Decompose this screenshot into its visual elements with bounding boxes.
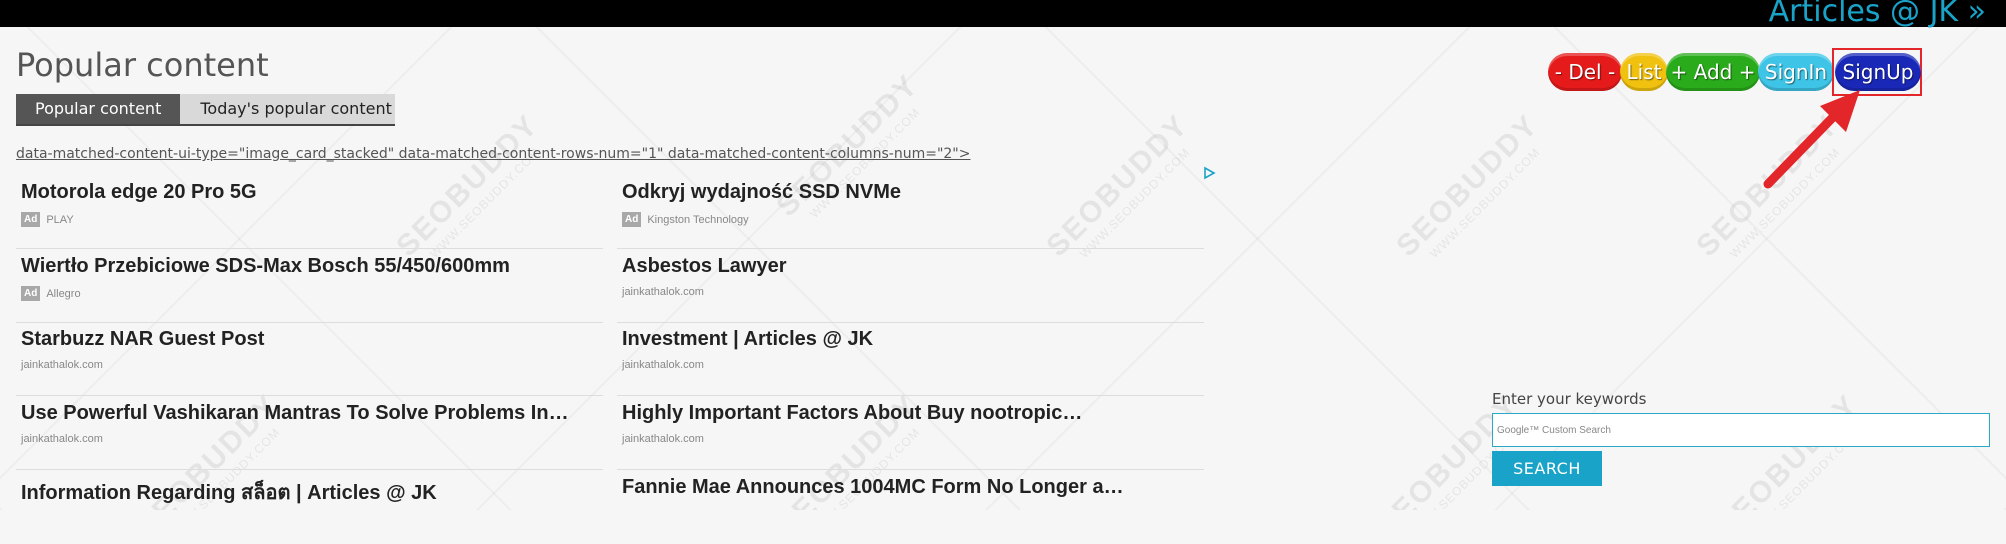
ad-card[interactable]: Investment | Articles @ JK jainkathalok.… [617,323,1204,396]
content-tabs: Popular content Today's popular content [16,94,396,126]
ad-source: jainkathalok.com [21,359,103,371]
search-input[interactable]: Google™ Custom Search [1492,413,1990,447]
ad-title[interactable]: Investment | Articles @ JK [622,328,873,351]
ad-card[interactable]: Highly Important Factors About Buy nootr… [617,397,1204,470]
ad-card[interactable]: Use Powerful Vashikaran Mantras To Solve… [16,397,603,470]
add-button[interactable]: + Add + [1666,53,1760,91]
ad-card[interactable]: Asbestos Lawyer jainkathalok.com [617,250,1204,323]
ad-source: jainkathalok.com [622,286,704,298]
site-link[interactable]: Articles @ JK » [1769,0,1986,29]
ad-badge: Ad [622,212,642,227]
tab-todays-popular-content[interactable]: Today's popular content [180,94,396,126]
tab-popular-content[interactable]: Popular content [16,94,181,126]
watermark: SEOBUDDY WWW.SEOBUDDY.COM [1390,108,1546,264]
del-button[interactable]: - Del - [1548,53,1622,91]
ad-source: PLAY [46,213,74,226]
page-title: Popular content [16,46,269,84]
ad-source: jainkathalok.com [622,359,704,371]
search-placeholder: Google™ Custom Search [1497,425,1611,436]
top-bar [0,0,2006,27]
ad-title[interactable]: Starbuzz NAR Guest Post [21,328,264,351]
ad-title[interactable]: Fannie Mae Announces 1004MC Form No Long… [622,476,1124,499]
ad-title[interactable]: Asbestos Lawyer [622,255,787,278]
ad-title[interactable]: Wiertło Przebiciowe SDS-Max Bosch 55/450… [21,255,510,278]
ad-badge: Ad [21,286,41,301]
ad-source: Allegro [46,287,81,300]
ad-title[interactable]: Highly Important Factors About Buy nootr… [622,402,1082,425]
ad-card[interactable]: Motorola edge 20 Pro 5G Ad PLAY [16,176,603,249]
search-label: Enter your keywords [1492,390,1647,408]
ad-source: jainkathalok.com [21,433,103,445]
pointer-arrow-icon [1763,90,1860,189]
search-button[interactable]: SEARCH [1492,451,1602,486]
watermark: SEOBUDDY WWW.SEOBUDDY.COM [1710,388,1866,510]
ad-card[interactable]: Information Regarding สล็อต | Articles @… [16,471,603,544]
ad-title[interactable]: Motorola edge 20 Pro 5G [21,181,257,204]
ad-card[interactable]: Wiertło Przebiciowe SDS-Max Bosch 55/450… [16,250,603,323]
ad-card[interactable]: Odkryj wydajność SSD NVMe Ad Kingston Tec… [617,176,1204,249]
ad-title[interactable]: Use Powerful Vashikaran Mantras To Solve… [21,402,569,425]
ad-source: Kingston Technology [647,213,749,226]
adchoices-icon[interactable] [1202,166,1216,180]
ad-badge: Ad [21,212,41,227]
list-button[interactable]: List [1620,53,1668,91]
ad-title[interactable]: Odkryj wydajność SSD NVMe [622,181,901,204]
ad-attributes-text: data-matched-content-ui-type="image_card… [16,146,971,162]
ad-source: jainkathalok.com [622,433,704,445]
ad-card[interactable]: Starbuzz NAR Guest Post jainkathalok.com [16,323,603,396]
ad-card[interactable]: Fannie Mae Announces 1004MC Form No Long… [617,471,1204,544]
ad-title[interactable]: Information Regarding สล็อต | Articles @… [21,476,437,508]
